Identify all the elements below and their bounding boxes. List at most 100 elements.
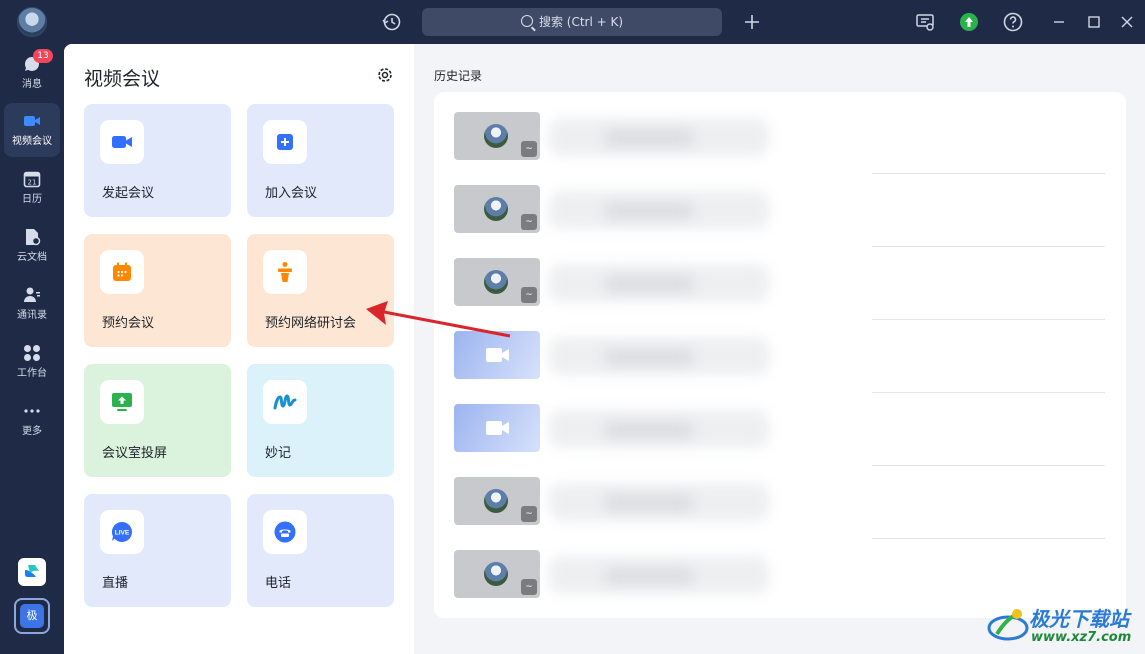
tile-label: 预约会议 (102, 316, 155, 331)
minutes-badge-icon: ~ (521, 579, 537, 595)
app-shortcut-button[interactable] (18, 558, 46, 586)
tile-label: 发起会议 (102, 186, 155, 201)
history-item[interactable]: ~ (454, 477, 1105, 550)
history-clock-icon[interactable] (381, 11, 403, 33)
left-rail: 13 消息 视频会议 21 日历 云文档 通讯录 工作台 更多 极 (0, 0, 64, 654)
site-watermark: 极光下载站 www.xz7.com (985, 600, 1140, 650)
sidebar-item-video-meeting[interactable]: 视频会议 (4, 103, 60, 157)
live-icon-text: LIVE (115, 530, 130, 537)
meeting-room-icon[interactable] (914, 11, 936, 33)
tile-label: 加入会议 (265, 186, 318, 201)
minimize-icon[interactable] (1048, 11, 1070, 33)
meeting-thumbnail (454, 331, 540, 379)
history-item[interactable]: ~ (454, 185, 1105, 258)
plus-icon (263, 120, 307, 164)
sidebar-item-label: 日历 (22, 194, 42, 205)
avatar (484, 197, 508, 221)
feishu-logo-icon (25, 565, 39, 577)
minutes-badge-icon: ~ (521, 287, 537, 303)
grid-apps-icon (24, 345, 40, 361)
page-title: 视频会议 (84, 68, 161, 90)
help-icon[interactable] (1002, 11, 1024, 33)
meeting-thumbnail: ~ (454, 185, 540, 233)
sidebar-item-label: 通讯录 (17, 310, 47, 321)
schedule-meeting-tile[interactable]: 预约会议 (84, 234, 231, 347)
tile-label: 电话 (265, 576, 292, 591)
video-camera-icon (24, 116, 40, 126)
sidebar-item-cloud-docs[interactable]: 云文档 (4, 219, 60, 273)
room-screen-share-tile[interactable]: 会议室投屏 (84, 364, 231, 477)
search-icon (520, 15, 533, 27)
workspace-initial: 极 (20, 604, 44, 628)
gear-icon[interactable] (375, 65, 395, 85)
sidebar-item-label: 视频会议 (12, 136, 52, 147)
avatar (484, 489, 508, 513)
main-content: 视频会议 发起会议 加入会议 预约会议 预约网络研讨会 会议室投屏 妙记 LIV… (64, 44, 1145, 654)
minutes-badge-icon: ~ (521, 141, 537, 157)
podium-icon (263, 250, 307, 294)
meeting-thumbnail: ~ (454, 550, 540, 598)
sidebar-item-messages[interactable]: 13 消息 (4, 46, 60, 100)
title-bar: 搜索 (Ctrl + K) (64, 0, 1145, 44)
screen-share-icon (100, 380, 144, 424)
meeting-thumbnail (454, 404, 540, 452)
phone-icon (263, 510, 307, 554)
history-panel: 历史记录 ~ ~ ~ ~ ~ (415, 44, 1145, 654)
meeting-thumbnail: ~ (454, 112, 540, 160)
sidebar-item-label: 工作台 (17, 368, 47, 379)
history-title: 历史记录 (434, 69, 483, 83)
meeting-thumbnail: ~ (454, 477, 540, 525)
tile-label: 妙记 (265, 446, 292, 461)
phone-tile[interactable]: 电话 (247, 494, 394, 607)
search-bar[interactable]: 搜索 (Ctrl + K) (422, 8, 722, 36)
sidebar-item-label: 更多 (22, 426, 42, 437)
contacts-icon (24, 287, 40, 302)
search-placeholder: 搜索 (Ctrl + K) (538, 15, 624, 29)
tile-label: 会议室投屏 (102, 446, 168, 461)
add-icon[interactable] (741, 11, 763, 33)
minutes-icon (263, 380, 307, 424)
avatar (484, 124, 508, 148)
calendar-icon: 21 (23, 171, 41, 188)
user-workspace-button[interactable]: 极 (14, 598, 50, 634)
video-camera-icon (486, 421, 509, 435)
history-item[interactable] (454, 331, 1105, 404)
upgrade-icon[interactable] (958, 11, 980, 33)
avatar (484, 270, 508, 294)
maximize-icon[interactable] (1083, 11, 1105, 33)
video-camera-icon (486, 348, 509, 362)
sidebar-item-contacts[interactable]: 通讯录 (4, 277, 60, 331)
watermark-url: www.xz7.com (1031, 630, 1132, 645)
video-camera-icon (100, 120, 144, 164)
watermark-logo-icon (987, 609, 1029, 641)
sidebar-item-more[interactable]: 更多 (4, 393, 60, 447)
minutes-badge-icon: ~ (521, 214, 537, 230)
live-stream-tile[interactable]: LIVE 直播 (84, 494, 231, 607)
calendar-date-text: 21 (28, 179, 37, 187)
profile-avatar[interactable] (17, 7, 47, 37)
history-item[interactable]: ~ (454, 258, 1105, 331)
history-list: ~ ~ ~ ~ ~ (434, 92, 1126, 618)
watermark-text: 极光下载站 (1029, 607, 1129, 631)
join-meeting-tile[interactable]: 加入会议 (247, 104, 394, 217)
sidebar-item-label: 云文档 (17, 252, 47, 263)
video-meeting-panel: 视频会议 发起会议 加入会议 预约会议 预约网络研讨会 会议室投屏 妙记 LIV… (64, 44, 414, 654)
tile-label: 预约网络研讨会 (265, 316, 357, 331)
sidebar-item-calendar[interactable]: 21 日历 (4, 161, 60, 215)
avatar (484, 562, 508, 586)
minutes-badge-icon: ~ (521, 506, 537, 522)
meeting-thumbnail: ~ (454, 258, 540, 306)
history-item[interactable]: ~ (454, 112, 1105, 185)
tile-label: 直播 (102, 576, 129, 591)
minutes-tile[interactable]: 妙记 (247, 364, 394, 477)
document-icon (26, 229, 41, 246)
close-icon[interactable] (1116, 11, 1138, 33)
calendar-icon (100, 250, 144, 294)
schedule-webinar-tile[interactable]: 预约网络研讨会 (247, 234, 394, 347)
more-dots-icon (24, 409, 40, 413)
history-item[interactable] (454, 404, 1105, 477)
sidebar-item-label: 消息 (22, 79, 42, 90)
start-meeting-tile[interactable]: 发起会议 (84, 104, 231, 217)
sidebar-item-workbench[interactable]: 工作台 (4, 335, 60, 389)
unread-badge: 13 (33, 49, 53, 63)
